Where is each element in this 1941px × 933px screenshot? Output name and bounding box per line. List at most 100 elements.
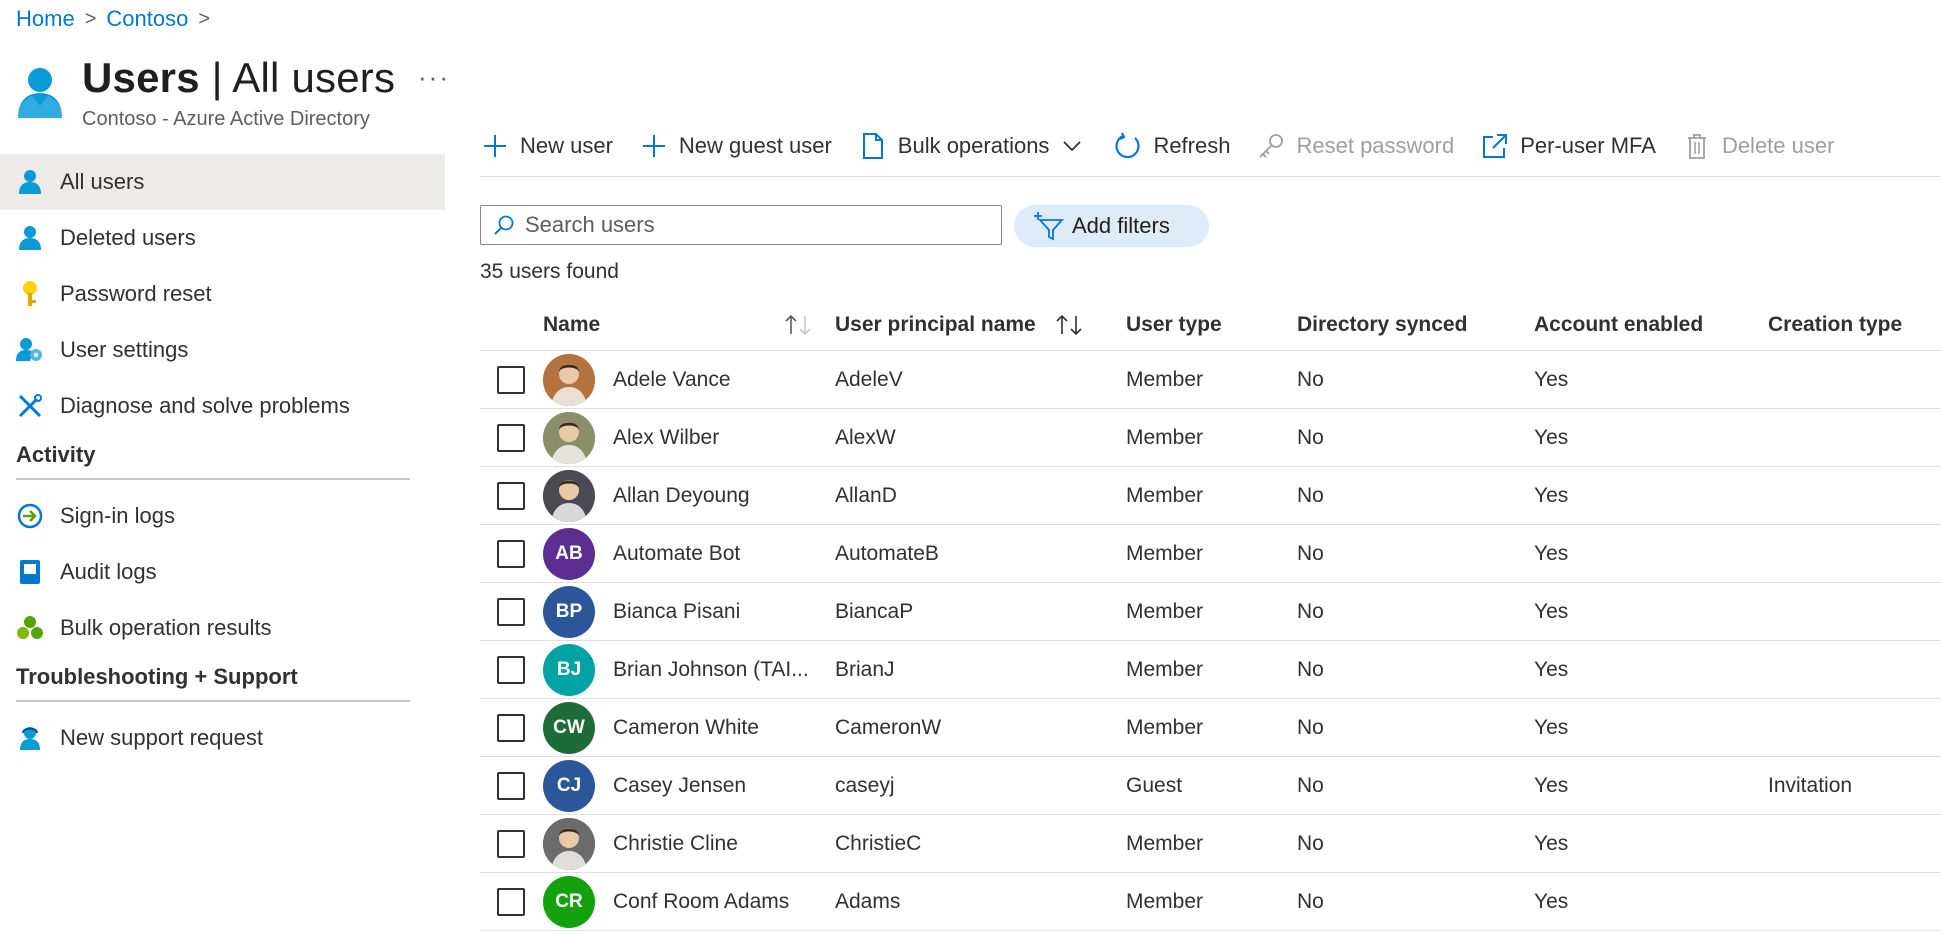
- user-type: Member: [1126, 367, 1204, 391]
- delete-user-label: Delete user: [1721, 133, 1835, 158]
- user-name-link[interactable]: Automate Bot: [613, 542, 740, 566]
- sidebar-item-password-reset[interactable]: Password reset: [0, 266, 445, 322]
- command-bar: New user New guest user Bulk operations …: [480, 126, 1860, 166]
- sidebar-item-label: Deleted users: [60, 225, 196, 250]
- table-row[interactable]: CJ Casey Jensen caseyj Guest No Yes Invi…: [480, 757, 1941, 815]
- row-checkbox[interactable]: [496, 597, 525, 626]
- reset-password-button[interactable]: Reset password: [1256, 131, 1454, 161]
- user-name-link[interactable]: Casey Jensen: [613, 774, 746, 798]
- sidebar-section-activity: Activity: [16, 442, 96, 467]
- column-header-directory-synced[interactable]: Directory synced: [1297, 313, 1534, 337]
- new-guest-user-label: New guest user: [678, 133, 832, 158]
- row-checkbox[interactable]: [496, 887, 525, 916]
- user-principal-name: caseyj: [835, 773, 895, 797]
- row-checkbox[interactable]: [496, 655, 525, 684]
- sidebar-item-label: Diagnose and solve problems: [60, 393, 350, 418]
- name-cell: AB Automate Bot: [543, 527, 835, 580]
- row-checkbox[interactable]: [496, 481, 525, 510]
- directory-synced: No: [1297, 483, 1324, 507]
- table-row[interactable]: AB Automate Bot AutomateB Member No Yes: [480, 525, 1941, 583]
- name-cell: Adele Vance: [543, 353, 835, 406]
- table-row[interactable]: BJ Brian Johnson (TAI... BrianJ Member N…: [480, 641, 1941, 699]
- user-name-link[interactable]: Conf Room Adams: [613, 890, 789, 914]
- new-guest-user-button[interactable]: New guest user: [639, 131, 832, 161]
- add-filters-label: Add filters: [1072, 213, 1170, 238]
- table-row[interactable]: CR Conf Room Adams Adams Member No Yes: [480, 873, 1941, 931]
- avatar-initials: BJ: [556, 658, 582, 680]
- add-filters-button[interactable]: Add filters: [1014, 205, 1209, 247]
- directory-synced: No: [1297, 773, 1324, 797]
- more-options-button[interactable]: ···: [418, 62, 450, 93]
- avatar-initials: CR: [555, 890, 583, 912]
- column-header-name[interactable]: Name: [543, 313, 835, 337]
- sort-icon[interactable]: [783, 314, 815, 336]
- table-row[interactable]: BP Bianca Pisani BiancaP Member No Yes: [480, 583, 1941, 641]
- page-title-separator: |: [199, 54, 233, 101]
- sort-icon[interactable]: [1054, 314, 1086, 336]
- sidebar-item-sign-in-logs[interactable]: Sign-in logs: [0, 488, 445, 544]
- user-name-link[interactable]: Bianca Pisani: [613, 600, 740, 624]
- table-row[interactable]: Alex Wilber AlexW Member No Yes: [480, 409, 1941, 467]
- table-row[interactable]: Allan Deyoung AllanD Member No Yes: [480, 467, 1941, 525]
- sidebar-item-bulk-operation-results[interactable]: Bulk operation results: [0, 600, 445, 656]
- per-user-mfa-button[interactable]: Per-user MFA: [1480, 131, 1656, 161]
- wrench-icon: [16, 392, 44, 420]
- user-photo: [543, 469, 595, 522]
- table-row[interactable]: Christie Cline ChristieC Member No Yes: [480, 815, 1941, 873]
- table-row[interactable]: Adele Vance AdeleV Member No Yes: [480, 351, 1941, 409]
- user-photo: [543, 411, 595, 464]
- column-header-upn[interactable]: User principal name: [835, 313, 1126, 337]
- sidebar-section-support: Troubleshooting + Support: [16, 664, 298, 689]
- user-icon: [16, 168, 44, 196]
- breadcrumb-separator: >: [198, 7, 211, 30]
- creation-type: Invitation: [1768, 773, 1853, 797]
- account-enabled: Yes: [1534, 831, 1569, 855]
- bulk-operations-button[interactable]: Bulk operations: [858, 131, 1088, 161]
- avatar: [543, 469, 595, 522]
- sidebar-item-diagnose[interactable]: Diagnose and solve problems: [0, 378, 445, 434]
- table-row[interactable]: CW Cameron White CameronW Member No Yes: [480, 699, 1941, 757]
- column-header-label: User principal name: [835, 313, 1036, 336]
- user-settings-icon: [16, 336, 44, 364]
- avatar: [543, 817, 595, 870]
- sidebar-item-user-settings[interactable]: User settings: [0, 322, 445, 378]
- search-input[interactable]: [523, 211, 987, 239]
- breadcrumb-tenant-link[interactable]: Contoso: [106, 6, 188, 32]
- reset-password-label: Reset password: [1296, 133, 1455, 158]
- sidebar-item-all-users[interactable]: All users: [0, 154, 445, 210]
- row-checkbox[interactable]: [496, 713, 525, 742]
- user-name-link[interactable]: Allan Deyoung: [613, 484, 750, 508]
- sidebar-item-new-support-request[interactable]: New support request: [0, 710, 445, 766]
- column-header-account-enabled[interactable]: Account enabled: [1534, 313, 1768, 337]
- row-checkbox[interactable]: [496, 365, 525, 394]
- row-checkbox[interactable]: [496, 829, 525, 858]
- delete-user-button[interactable]: Delete user: [1682, 131, 1835, 161]
- avatar-initials: AB: [555, 542, 583, 564]
- avatar: BP: [543, 585, 595, 638]
- breadcrumb-home-link[interactable]: Home: [16, 6, 75, 32]
- users-table: Name User principal name User type Direc…: [480, 300, 1941, 931]
- column-header-creation-type[interactable]: Creation type: [1768, 313, 1938, 337]
- sidebar-item-audit-logs[interactable]: Audit logs: [0, 544, 445, 600]
- row-checkbox[interactable]: [496, 539, 525, 568]
- user-name-link[interactable]: Adele Vance: [613, 368, 731, 392]
- new-user-button[interactable]: New user: [480, 131, 613, 161]
- user-name-link[interactable]: Brian Johnson (TAI...: [613, 658, 809, 682]
- row-checkbox[interactable]: [496, 771, 525, 800]
- column-header-user-type[interactable]: User type: [1126, 313, 1297, 337]
- account-enabled: Yes: [1534, 541, 1569, 565]
- table-header: Name User principal name User type Direc…: [480, 300, 1941, 351]
- select-cell: [480, 365, 543, 394]
- user-name-link[interactable]: Alex Wilber: [613, 426, 719, 450]
- search-box[interactable]: [480, 205, 1002, 245]
- sidebar-divider: [16, 700, 410, 702]
- row-checkbox[interactable]: [496, 423, 525, 452]
- user-name-link[interactable]: Christie Cline: [613, 832, 738, 856]
- name-cell: BJ Brian Johnson (TAI...: [543, 643, 835, 696]
- refresh-button[interactable]: Refresh: [1113, 131, 1230, 161]
- sidebar-item-deleted-users[interactable]: Deleted users: [0, 210, 445, 266]
- directory-synced: No: [1297, 889, 1324, 913]
- table-body: Adele Vance AdeleV Member No Yes Alex Wi…: [480, 351, 1941, 931]
- user-name-link[interactable]: Cameron White: [613, 716, 759, 740]
- directory-synced: No: [1297, 831, 1324, 855]
